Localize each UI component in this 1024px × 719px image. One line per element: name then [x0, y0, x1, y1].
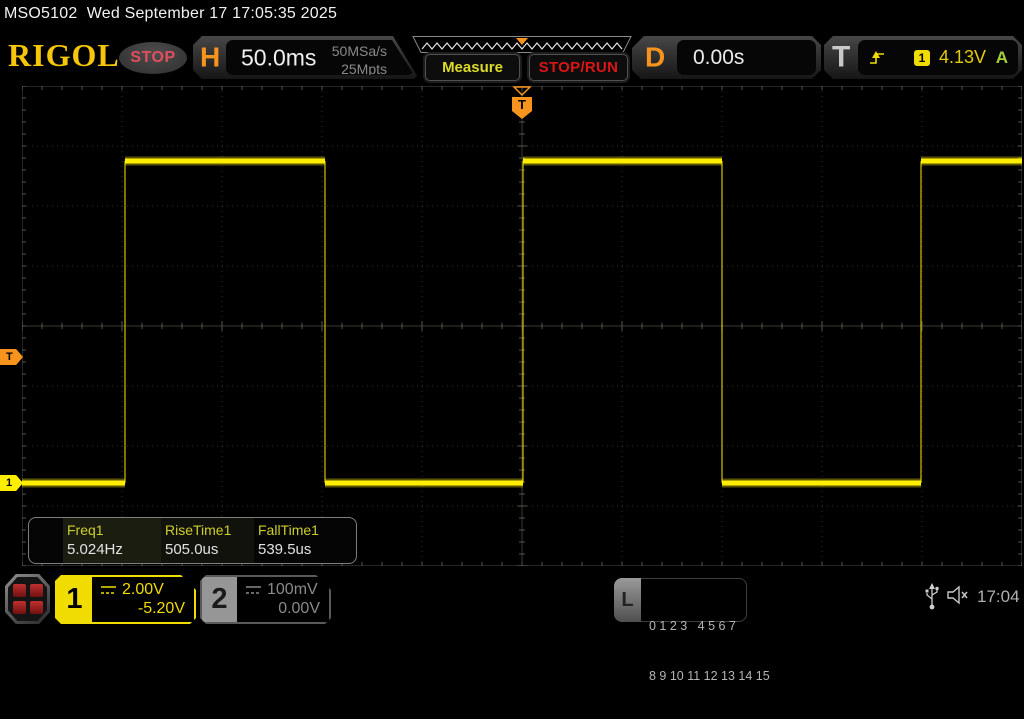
measurement-value: 539.5us	[258, 541, 319, 558]
measurement-value: 5.024Hz	[67, 541, 161, 558]
dc-coupling-icon	[245, 585, 262, 596]
channel1-ground-marker-letter: 1	[6, 477, 12, 489]
channel2-offset-value: 0.00V	[278, 600, 320, 618]
acquisition-status-badge: STOP	[119, 42, 187, 74]
trigger-settings-block[interactable]: T 1 4.13V A	[824, 36, 1022, 79]
measurement-label: FallTime1	[258, 522, 319, 538]
graticule-display	[22, 86, 1022, 566]
channel2-scale: 100mV	[245, 581, 318, 599]
sample-rate: 50MSa/s	[332, 43, 387, 61]
trigger-mode-auto: A	[996, 48, 1008, 68]
menu-grid-icon	[8, 577, 47, 621]
trigger-level-marker[interactable]: T	[0, 349, 23, 365]
horizontal-inner-panel: 50.0ms 50MSa/s 25Mpts	[226, 40, 414, 75]
channel2-status-block[interactable]: 2 100mV 0.00V	[200, 575, 331, 624]
measurement-results-box[interactable]: Freq1 5.024Hz RiseTime1 505.0us FallTime…	[28, 517, 357, 564]
trigger-level-marker-letter: T	[6, 351, 13, 363]
channel2-number: 2	[202, 577, 237, 622]
trigger-source-badge: 1	[914, 50, 930, 66]
channel1-offset-value: -5.20V	[138, 600, 185, 618]
measurement-label: Freq1	[67, 522, 161, 538]
horizontal-label: H	[200, 41, 220, 73]
logic-channels-block[interactable]: L 0 1 2 3 4 5 6 7 8 9 10 11 12 13 14 15	[614, 578, 747, 622]
dc-coupling-icon	[100, 585, 117, 596]
trigger-level-value: 4.13V	[939, 47, 986, 68]
waveform-memory-position-strip[interactable]	[406, 36, 638, 54]
logic-channel-numbers: 0 1 2 3 4 5 6 7 8 9 10 11 12 13 14 15	[641, 578, 747, 622]
delay-settings-block[interactable]: D 0.00s	[632, 36, 821, 79]
sample-rate-memory-depth: 50MSa/s 25Mpts	[332, 43, 387, 78]
measure-button[interactable]: Measure	[425, 54, 520, 81]
trigger-position-letter: T	[518, 97, 526, 112]
horizontal-settings-block[interactable]: H 50.0ms 50MSa/s 25Mpts	[193, 36, 419, 79]
channel1-ground-marker[interactable]: 1	[0, 475, 23, 491]
logic-row-2: 8 9 10 11 12 13 14 15	[649, 668, 746, 685]
logic-label: L	[614, 578, 641, 622]
trigger-inner-panel: 1 4.13V A	[858, 40, 1018, 75]
memory-depth: 25Mpts	[332, 61, 387, 79]
titlebar-model-datetime: MSO5102 Wed September 17 17:05:35 2025	[4, 5, 337, 23]
rigol-logo: RIGOL	[8, 37, 120, 74]
channel2-scale-value: 100mV	[267, 581, 318, 599]
stop-run-button[interactable]: STOP/RUN	[529, 54, 628, 81]
timebase-value: 50.0ms	[241, 44, 316, 71]
rising-edge-icon	[868, 50, 888, 66]
measurement-label: RiseTime1	[165, 522, 254, 538]
channel1-status-block[interactable]: 1 2.00V -5.20V	[55, 575, 196, 624]
measurement-item: RiseTime1 505.0us	[161, 518, 254, 563]
delay-label: D	[645, 41, 665, 73]
measurement-item: FallTime1 539.5us	[254, 518, 319, 563]
channel1-scale-value: 2.00V	[122, 581, 164, 599]
channel1-number: 1	[57, 577, 92, 622]
main-menu-icon[interactable]	[5, 574, 50, 624]
delay-inner-panel: 0.00s	[677, 40, 816, 75]
measurement-value: 505.0us	[165, 541, 254, 558]
system-clock: 17:04	[977, 587, 1020, 607]
trigger-position-marker[interactable]: T	[509, 86, 535, 120]
delay-value: 0.00s	[693, 46, 744, 70]
logic-row-1: 0 1 2 3 4 5 6 7	[649, 618, 746, 635]
trigger-label: T	[832, 40, 850, 74]
measurement-item: Freq1 5.024Hz	[63, 518, 161, 563]
channel1-scale: 2.00V	[100, 581, 164, 599]
speaker-muted-icon[interactable]	[946, 585, 970, 605]
usb-icon	[924, 583, 941, 611]
